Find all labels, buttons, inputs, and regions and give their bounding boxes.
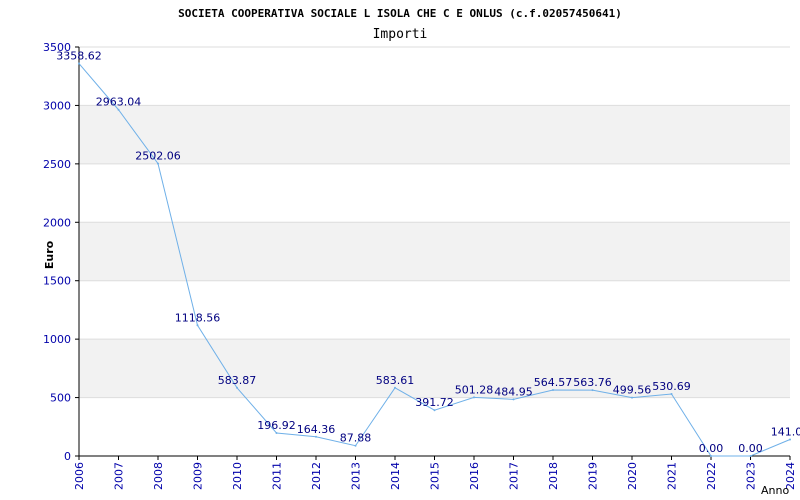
data-label: 564.57 <box>534 376 573 389</box>
y-axis-label: Euro <box>43 240 56 269</box>
x-tick-label: 2011 <box>271 462 284 490</box>
x-tick-label: 2013 <box>350 462 363 490</box>
y-tick-label: 2000 <box>43 216 71 229</box>
x-tick-label: 2015 <box>429 462 442 490</box>
y-tick-label: 2500 <box>43 158 71 171</box>
data-label: 0.00 <box>738 442 763 455</box>
data-point <box>591 389 594 392</box>
data-label: 3358.62 <box>56 50 102 63</box>
data-point <box>473 396 475 399</box>
data-point <box>552 389 554 392</box>
x-tick-label: 2022 <box>705 462 718 490</box>
y-tick-label: 500 <box>50 392 71 405</box>
data-point <box>157 162 159 165</box>
y-tick-label: 0 <box>64 450 71 463</box>
x-tick-label: 2012 <box>310 462 323 490</box>
data-point <box>196 324 199 327</box>
data-point <box>315 435 317 438</box>
data-point <box>749 455 752 457</box>
data-point <box>433 409 436 412</box>
data-point <box>631 396 633 399</box>
x-tick-label: 2019 <box>587 462 600 490</box>
x-tick-label: 2008 <box>152 462 165 490</box>
data-label: 391.72 <box>415 396 454 409</box>
data-point <box>275 431 278 434</box>
x-tick-label: 2017 <box>508 462 521 490</box>
grid-band <box>79 105 790 164</box>
data-point <box>236 386 238 389</box>
data-label: 583.87 <box>218 374 257 387</box>
data-label: 501.28 <box>455 383 494 396</box>
data-point <box>789 438 791 441</box>
data-point <box>394 386 396 389</box>
y-tick-label: 1000 <box>43 333 71 346</box>
x-tick-label: 2014 <box>389 462 402 490</box>
data-label: 0.00 <box>699 442 724 455</box>
y-tick-label: 3000 <box>43 99 71 112</box>
x-tick-label: 2023 <box>745 462 758 490</box>
data-label: 583.61 <box>376 374 415 387</box>
data-label: 2502.06 <box>135 150 181 163</box>
data-label: 141.00 <box>771 426 800 439</box>
x-tick-label: 2007 <box>113 462 126 490</box>
data-label: 164.36 <box>297 423 336 436</box>
data-point <box>354 444 357 447</box>
x-tick-label: 2016 <box>468 462 481 490</box>
x-tick-label: 2018 <box>547 462 560 490</box>
data-label: 1118.56 <box>175 311 221 324</box>
data-label: 563.76 <box>573 376 612 389</box>
data-label: 484.95 <box>494 385 533 398</box>
chart-title: SOCIETA COOPERATIVA SOCIALE L ISOLA CHE … <box>178 7 622 20</box>
chart: SOCIETA COOPERATIVA SOCIALE L ISOLA CHE … <box>43 7 800 497</box>
x-tick-label: 2010 <box>231 462 244 490</box>
x-tick-label: 2021 <box>666 462 679 490</box>
data-label: 499.56 <box>613 384 652 397</box>
data-point <box>670 392 673 395</box>
grid-bands <box>79 105 790 398</box>
x-tick-label: 2009 <box>192 462 205 490</box>
x-tick-labels: 2006 2007 2008 2009 2010 2011 2012 2013 2014 2015… <box>73 462 797 490</box>
x-tick-label: 2006 <box>73 462 86 490</box>
data-label: 2963.04 <box>96 96 142 109</box>
x-tick-label: 2020 <box>626 462 639 490</box>
data-label: 196.92 <box>257 419 296 432</box>
x-axis-label: Anno <box>761 484 789 497</box>
data-label: 87.88 <box>340 432 372 445</box>
grid-band <box>79 222 790 281</box>
data-point <box>78 62 80 65</box>
data-point <box>512 398 515 401</box>
data-label: 530.69 <box>652 380 691 393</box>
data-point <box>710 455 712 457</box>
y-tick-label: 1500 <box>43 275 71 288</box>
chart-subtitle: Importi <box>373 27 428 42</box>
data-point <box>117 108 120 111</box>
